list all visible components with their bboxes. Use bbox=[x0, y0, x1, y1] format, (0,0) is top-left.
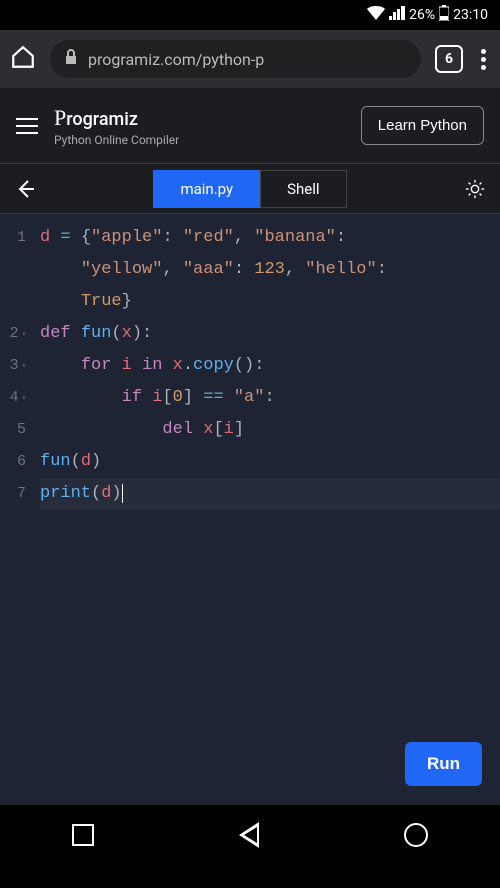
brand-subtitle: Python Online Compiler bbox=[54, 133, 345, 147]
battery-percent: 26% bbox=[409, 7, 435, 23]
line-number: 6 bbox=[0, 446, 26, 478]
line-number: 4 bbox=[10, 382, 26, 414]
learn-python-button[interactable]: Learn Python bbox=[361, 106, 484, 145]
android-status-bar: 26% 23:10 bbox=[0, 0, 500, 30]
clock-text: 23:10 bbox=[453, 7, 488, 23]
back-button[interactable] bbox=[239, 822, 259, 848]
url-bar[interactable]: programiz.com/python-p bbox=[50, 40, 421, 78]
run-button[interactable]: Run bbox=[405, 742, 482, 786]
brand[interactable]: Programiz Python Online Compiler bbox=[54, 105, 345, 147]
status-icons: 26% 23:10 bbox=[367, 5, 488, 25]
url-text: programiz.com/python-p bbox=[88, 50, 264, 69]
lock-icon bbox=[64, 49, 78, 69]
overflow-menu-icon[interactable] bbox=[477, 49, 490, 70]
line-number: 1 bbox=[0, 222, 26, 254]
brand-logo: Programiz bbox=[54, 105, 345, 131]
editor-tab-bar: main.py Shell bbox=[0, 164, 500, 214]
android-nav-bar bbox=[0, 804, 500, 864]
tab-main[interactable]: main.py bbox=[153, 170, 260, 208]
browser-toolbar: programiz.com/python-p 6 bbox=[0, 30, 500, 88]
menu-icon[interactable] bbox=[16, 118, 38, 134]
line-number: 7 bbox=[0, 478, 26, 510]
tab-shell[interactable]: Shell bbox=[260, 170, 346, 208]
code-content[interactable]: d = {"apple": "red", "banana": "yellow",… bbox=[34, 214, 500, 804]
line-gutter: 1 2 3 4 5 6 7 bbox=[0, 214, 34, 804]
home-button[interactable] bbox=[404, 823, 428, 847]
tab-count-number: 6 bbox=[445, 51, 453, 67]
tab-switcher[interactable]: 6 bbox=[435, 45, 463, 73]
tabs: main.py Shell bbox=[50, 170, 450, 208]
theme-toggle-icon[interactable] bbox=[450, 178, 500, 200]
line-number: 2 bbox=[10, 318, 26, 350]
battery-icon bbox=[439, 5, 449, 25]
wifi-icon bbox=[367, 6, 385, 24]
recent-apps-button[interactable] bbox=[72, 824, 94, 846]
site-header: Programiz Python Online Compiler Learn P… bbox=[0, 88, 500, 164]
line-number: 3 bbox=[10, 350, 26, 382]
home-icon[interactable] bbox=[10, 44, 36, 74]
code-editor[interactable]: 1 2 3 4 5 6 7 d = {"apple": "red", "bana… bbox=[0, 214, 500, 804]
line-number: 5 bbox=[0, 414, 26, 446]
back-icon[interactable] bbox=[0, 177, 50, 201]
signal-icon bbox=[389, 6, 405, 24]
